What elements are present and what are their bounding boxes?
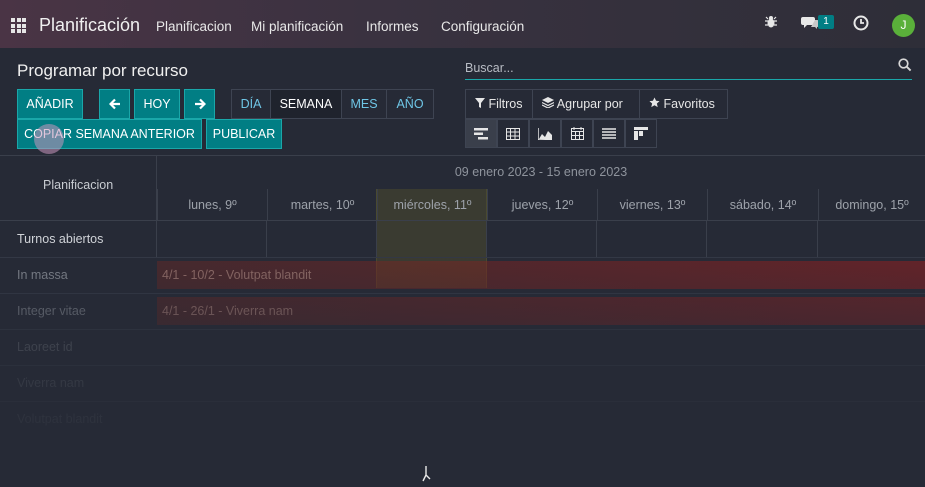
- menu-mi-planificacion[interactable]: Mi planificación: [251, 19, 343, 34]
- add-button[interactable]: AÑADIR: [17, 89, 83, 119]
- row-separator: [0, 293, 925, 294]
- kanban-view-button[interactable]: [625, 119, 657, 148]
- today-button[interactable]: HOY: [134, 89, 180, 119]
- menu-informes[interactable]: Informes: [366, 19, 419, 34]
- groupby-button[interactable]: Agrupar por: [532, 89, 640, 119]
- day-header-sunday: domingo, 15º: [818, 189, 925, 221]
- arrow-left-icon: [108, 98, 120, 110]
- filters-button[interactable]: Filtros: [465, 89, 533, 119]
- day-header-saturday: sábado, 14º: [707, 189, 818, 221]
- row-label-open-shifts: Turnos abiertos: [17, 232, 104, 246]
- gantt-date-range: 09 enero 2023 - 15 enero 2023: [454, 165, 628, 179]
- graph-view-icon: [537, 128, 552, 141]
- search-bar: [465, 58, 912, 80]
- user-avatar[interactable]: J: [892, 14, 915, 37]
- groupby-label: Agrupar por: [556, 97, 623, 111]
- cell-divider: [596, 221, 597, 257]
- gantt-left-header-label: Planificacion: [43, 178, 114, 192]
- cell-divider: [376, 221, 377, 257]
- search-input[interactable]: [465, 58, 885, 78]
- filter-icon: [475, 98, 485, 108]
- scale-week-button[interactable]: SEMANA: [270, 89, 342, 119]
- layers-icon: [541, 97, 555, 109]
- pivot-view-icon: [506, 128, 520, 140]
- row-separator: [0, 401, 925, 402]
- messages-badge: 1: [818, 15, 834, 29]
- list-view-button[interactable]: [593, 119, 625, 148]
- day-header-thursday: jueves, 12º: [487, 189, 597, 221]
- top-navbar: Planificación Planificacion Mi planifica…: [0, 0, 925, 48]
- row-label-resource: Integer vitae: [17, 304, 86, 318]
- search-icon[interactable]: [898, 58, 912, 74]
- row-separator: [0, 329, 925, 330]
- day-header-friday: viernes, 13º: [597, 189, 707, 221]
- row-separator: [0, 365, 925, 366]
- cell-divider: [486, 221, 487, 257]
- kanban-view-icon: [634, 127, 648, 140]
- star-icon: [649, 97, 660, 108]
- menu-planificacion[interactable]: Planificacion: [156, 19, 232, 34]
- row-separator: [0, 257, 925, 258]
- favorites-button[interactable]: Favoritos: [639, 89, 728, 119]
- bug-icon[interactable]: [761, 15, 781, 35]
- apps-menu-icon[interactable]: [11, 18, 27, 33]
- calendar-view-button[interactable]: [561, 119, 593, 148]
- day-header-tuesday: martes, 10º: [267, 189, 377, 221]
- cell-divider: [266, 221, 267, 257]
- gantt-view-icon: [474, 128, 488, 140]
- scale-month-button[interactable]: MES: [341, 89, 387, 119]
- loading-spinner-icon: [412, 466, 432, 482]
- row-label-resource: Viverra nam: [17, 376, 85, 390]
- gantt-view: Planificacion 09 enero 2023 - 15 enero 2…: [0, 156, 925, 482]
- menu-configuracion[interactable]: Configuración: [441, 19, 524, 34]
- shift-pill[interactable]: 4/1 - 26/1 - Viverra nam: [157, 297, 925, 325]
- row-label-resource: Volutpat blandit: [17, 412, 103, 426]
- pivot-view-button[interactable]: [497, 119, 529, 148]
- cell-divider: [706, 221, 707, 257]
- day-header-monday: lunes, 9º: [157, 189, 267, 221]
- graph-view-button[interactable]: [529, 119, 561, 148]
- cell-divider: [817, 221, 818, 257]
- messages-icon[interactable]: [800, 15, 820, 35]
- scale-year-button[interactable]: AÑO: [386, 89, 434, 119]
- day-header-wednesday: miércoles, 11º: [377, 189, 487, 221]
- clock-icon[interactable]: [851, 15, 871, 35]
- arrow-right-icon: [194, 98, 206, 110]
- row-label-resource: In massa: [17, 268, 68, 282]
- app-brand[interactable]: Planificación: [39, 15, 140, 36]
- filters-label: Filtros: [488, 97, 523, 111]
- favorites-label: Favoritos: [663, 97, 715, 111]
- calendar-view-icon: [571, 127, 584, 140]
- page-title: Programar por recurso: [17, 61, 189, 80]
- list-view-icon: [602, 128, 616, 139]
- copy-previous-week-button[interactable]: COPIAR SEMANA ANTERIOR: [17, 119, 202, 149]
- row-label-resource: Laoreet id: [17, 340, 73, 354]
- gantt-view-button[interactable]: [465, 119, 497, 148]
- next-button[interactable]: [184, 89, 215, 119]
- publish-button[interactable]: PUBLICAR: [206, 119, 282, 149]
- shift-pill[interactable]: 4/1 - 10/2 - Volutpat blandit: [157, 261, 925, 289]
- scale-day-button[interactable]: DÍA: [231, 89, 271, 119]
- row-divider: [156, 221, 157, 257]
- gantt-header-left: Planificacion: [0, 156, 157, 221]
- previous-button[interactable]: [99, 89, 130, 119]
